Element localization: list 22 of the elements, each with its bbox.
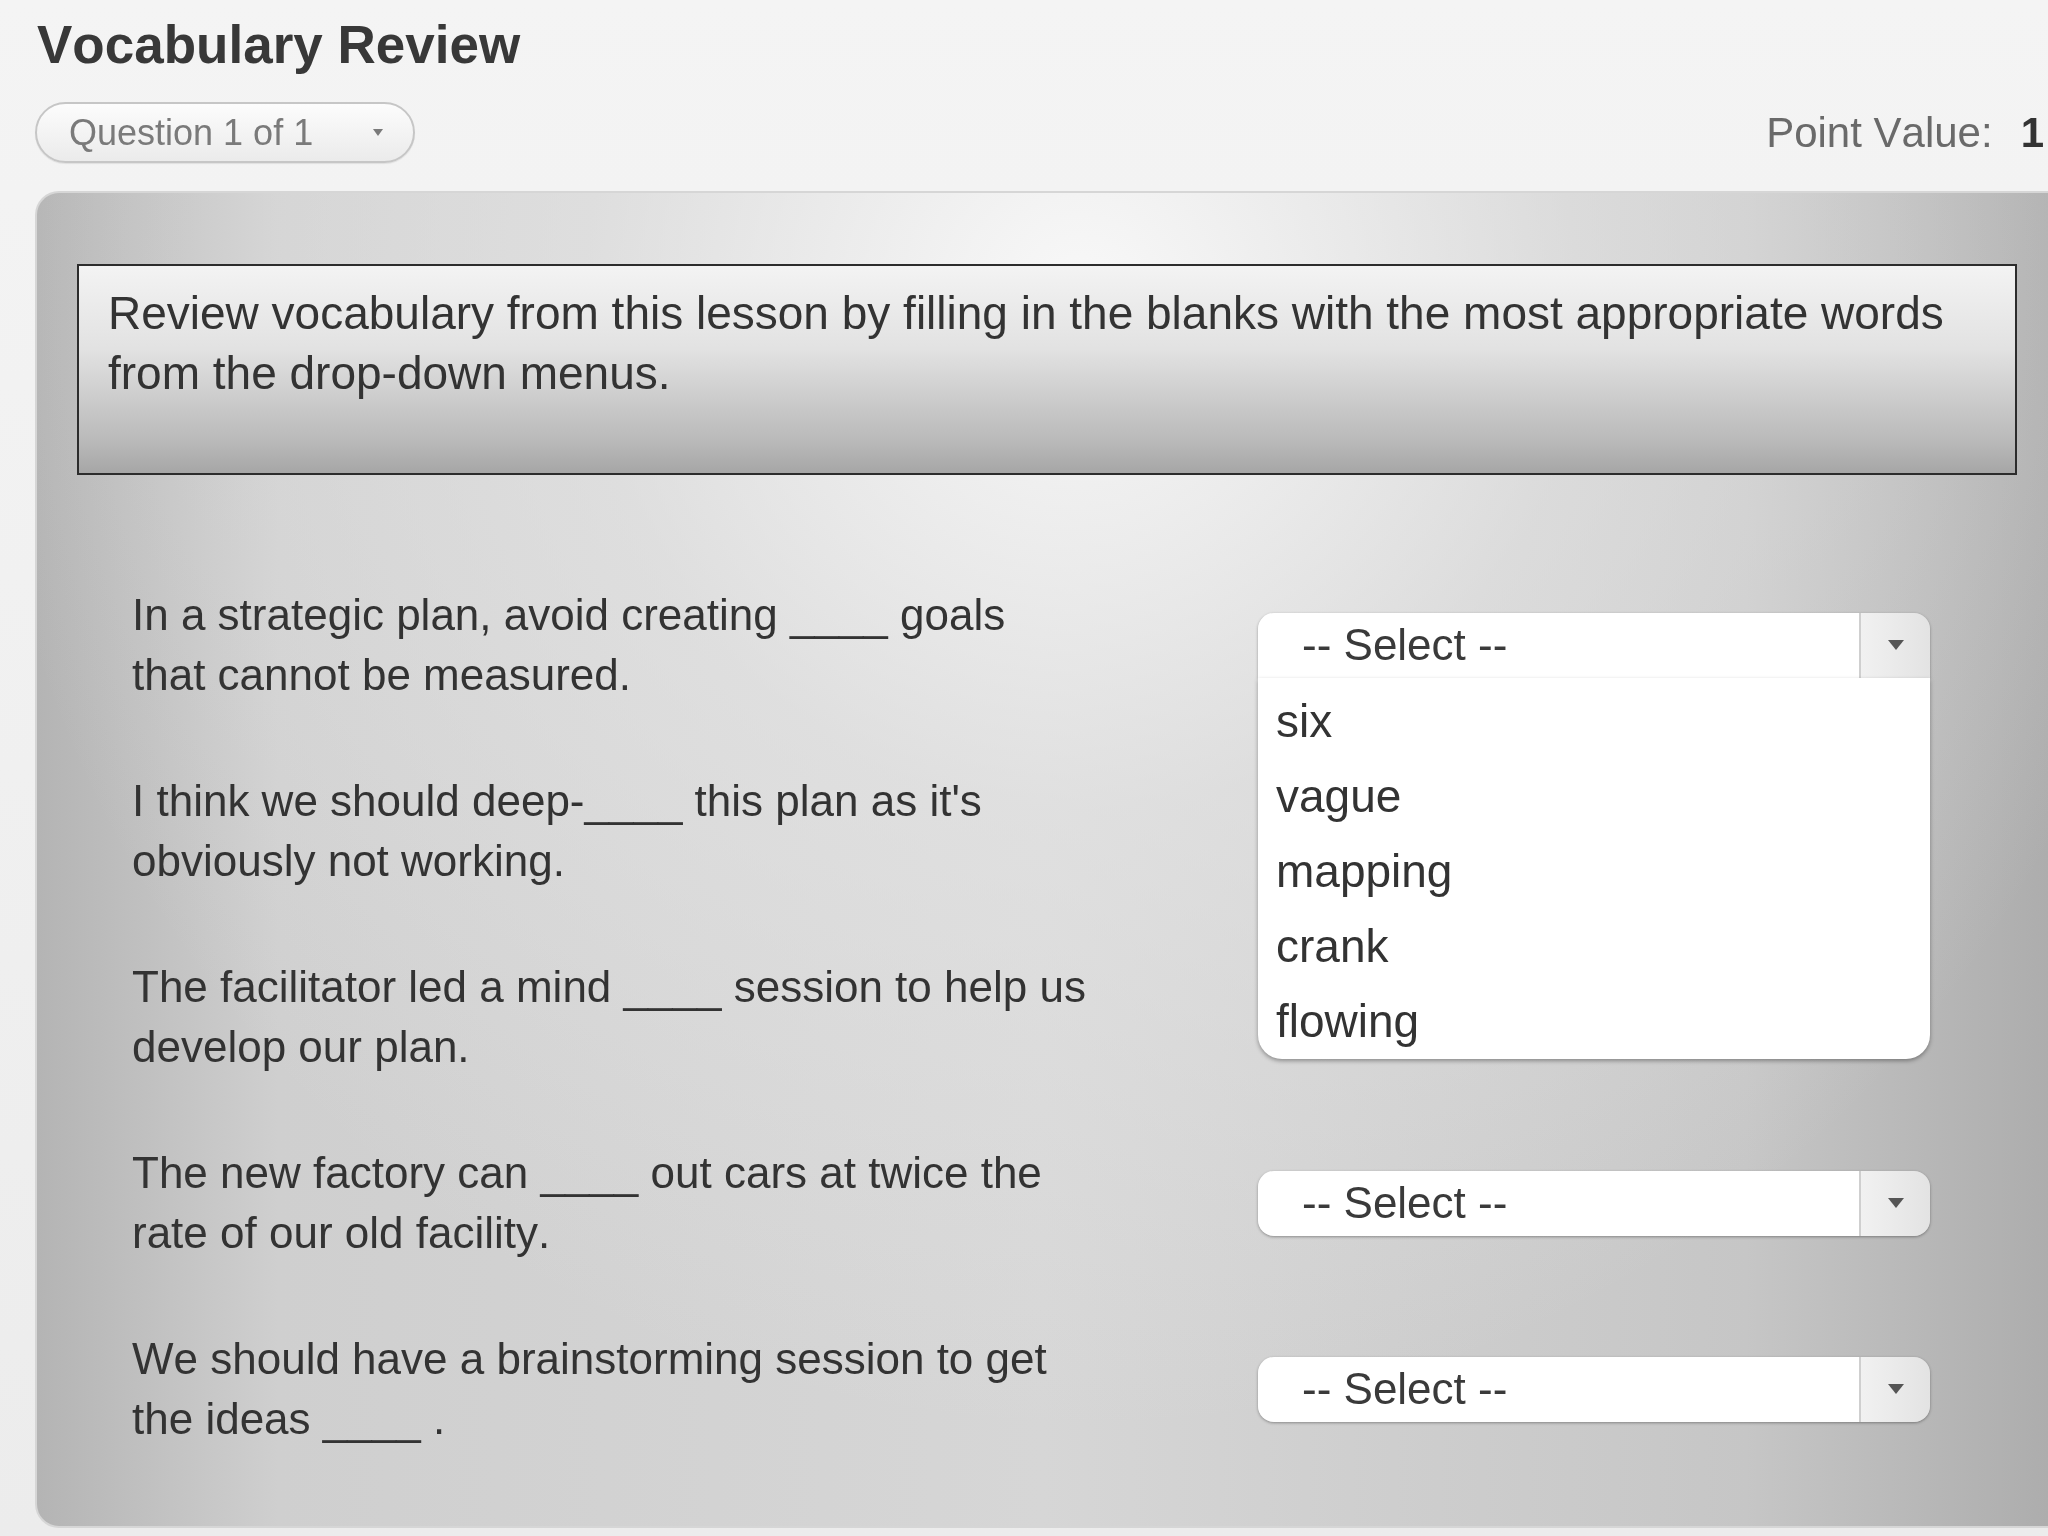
question-text: In a strategic plan, avoid creating ____ goals that cannot be measured.	[132, 589, 1007, 701]
dropdown-option[interactable]: crank	[1258, 908, 1930, 984]
question-text: The new factory can ____ out cars at twice the rate of our old facility.	[132, 1147, 1043, 1259]
answer-dropdown[interactable]: -- Select --	[1258, 612, 1930, 678]
dropdown-option[interactable]: flowing	[1258, 983, 1930, 1059]
point-value-label: Point Value:	[1766, 108, 1993, 157]
dropdown-option[interactable]: mapping	[1258, 833, 1930, 909]
question-select[interactable]: Question 1 of 1	[35, 102, 416, 163]
caret-icon	[373, 129, 384, 136]
answer-dropdown[interactable]: -- Select --	[1258, 1170, 1930, 1236]
point-value: 1	[2020, 108, 2044, 157]
question-text: We should have a brainstorming session to get the ideas ____ .	[132, 1333, 1048, 1445]
instructions-text: Review vocabulary from this lesson by filling in the blanks with the most appropriate words from the drop-down menus.	[108, 286, 1945, 401]
dropdown-option[interactable]: six	[1258, 683, 1930, 759]
page-title: Vocabulary Review	[37, 16, 521, 74]
caret-icon	[1888, 1198, 1904, 1208]
dropdown-option[interactable]: vague	[1258, 758, 1930, 834]
caret-icon	[1888, 640, 1904, 650]
question-text: The facilitator led a mind ____ session to help us develop our plan.	[132, 961, 1087, 1073]
caret-icon	[1888, 1384, 1904, 1394]
question-text: I think we should deep-____ this plan as it's obviously not working.	[132, 775, 983, 887]
answer-dropdown[interactable]: -- Select --	[1258, 1356, 1930, 1422]
